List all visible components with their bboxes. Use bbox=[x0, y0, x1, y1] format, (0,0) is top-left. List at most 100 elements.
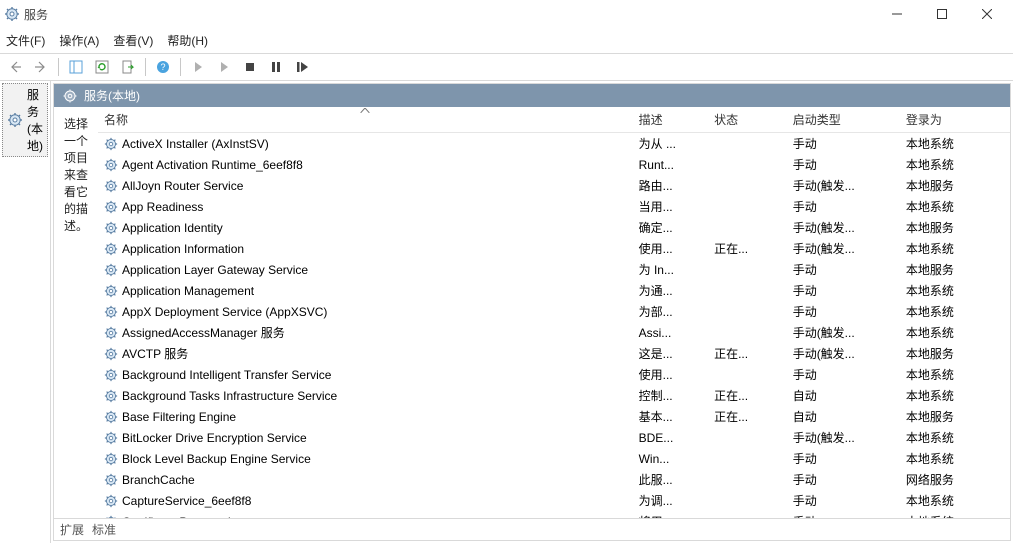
service-row[interactable]: Application Identity确定...手动(触发...本地服务 bbox=[98, 217, 1010, 238]
service-row[interactable]: Agent Activation Runtime_6eef8f8Runt...手… bbox=[98, 154, 1010, 175]
tab-strip: 扩展 标准 bbox=[54, 518, 1010, 540]
gear-icon bbox=[104, 200, 118, 214]
service-row[interactable]: Application Layer Gateway Service为 In...… bbox=[98, 259, 1010, 280]
gear-icon bbox=[104, 494, 118, 508]
gear-icon bbox=[104, 263, 118, 277]
gear-icon bbox=[104, 221, 118, 235]
start-service-button[interactable] bbox=[187, 56, 209, 78]
show-hide-tree-button[interactable] bbox=[65, 56, 87, 78]
service-status bbox=[708, 511, 787, 518]
refresh-button[interactable] bbox=[91, 56, 113, 78]
service-row[interactable]: Background Tasks Infrastructure Service控… bbox=[98, 385, 1010, 406]
gear-icon bbox=[104, 242, 118, 256]
close-button[interactable] bbox=[964, 0, 1009, 28]
start-service-button-alt[interactable] bbox=[213, 56, 235, 78]
service-row[interactable]: AllJoyn Router Service路由...手动(触发...本地服务 bbox=[98, 175, 1010, 196]
service-description: 确定... bbox=[633, 217, 708, 238]
column-header-startup-type[interactable]: 启动类型 bbox=[787, 107, 900, 133]
service-row[interactable]: AppX Deployment Service (AppXSVC)为部...手动… bbox=[98, 301, 1010, 322]
column-header-name[interactable]: 名称 bbox=[98, 107, 633, 133]
restart-service-button[interactable] bbox=[291, 56, 313, 78]
tab-standard[interactable]: 标准 bbox=[92, 521, 116, 538]
panel-heading: 服务(本地) bbox=[84, 87, 140, 104]
service-status: 正在... bbox=[708, 238, 787, 259]
service-status bbox=[708, 196, 787, 217]
service-logon-as: 网络服务 bbox=[900, 469, 1010, 490]
pause-service-button[interactable] bbox=[265, 56, 287, 78]
service-description: 为部... bbox=[633, 301, 708, 322]
service-name: AssignedAccessManager 服务 bbox=[122, 324, 285, 341]
service-name: Application Identity bbox=[122, 221, 223, 235]
service-status bbox=[708, 175, 787, 196]
service-status bbox=[708, 280, 787, 301]
service-name: Application Information bbox=[122, 242, 244, 256]
gear-icon bbox=[104, 389, 118, 403]
column-header-description[interactable]: 描述 bbox=[633, 107, 708, 133]
service-logon-as: 本地系统 bbox=[900, 154, 1010, 175]
menu-view[interactable]: 查看(V) bbox=[113, 32, 153, 49]
service-description: BDE... bbox=[633, 427, 708, 448]
service-status: 正在... bbox=[708, 406, 787, 427]
export-list-button[interactable] bbox=[117, 56, 139, 78]
service-row[interactable]: Background Intelligent Transfer Service使… bbox=[98, 364, 1010, 385]
service-logon-as: 本地系统 bbox=[900, 364, 1010, 385]
menu-bar: 文件(F) 操作(A) 查看(V) 帮助(H) bbox=[0, 28, 1013, 54]
service-row[interactable]: Application Information使用...正在...手动(触发..… bbox=[98, 238, 1010, 259]
service-row[interactable]: AVCTP 服务这是...正在...手动(触发...本地服务 bbox=[98, 343, 1010, 364]
service-description: 将用... bbox=[633, 511, 708, 518]
service-description: 控制... bbox=[633, 385, 708, 406]
services-list[interactable]: 名称 描述 状态 启动类型 登录为 ActiveX Installer (AxI… bbox=[98, 107, 1010, 518]
service-name: AppX Deployment Service (AppXSVC) bbox=[122, 305, 327, 319]
minimize-button[interactable] bbox=[874, 0, 919, 28]
service-row[interactable]: App Readiness当用...手动本地系统 bbox=[98, 196, 1010, 217]
service-description: 路由... bbox=[633, 175, 708, 196]
service-name: AVCTP 服务 bbox=[122, 345, 188, 362]
service-status bbox=[708, 469, 787, 490]
nav-item-services-local[interactable]: 服务(本地) bbox=[2, 83, 48, 157]
service-row[interactable]: Base Filtering Engine基本...正在...自动本地服务 bbox=[98, 406, 1010, 427]
service-description: Assi... bbox=[633, 322, 708, 343]
stop-service-button[interactable] bbox=[239, 56, 261, 78]
back-button[interactable] bbox=[4, 56, 26, 78]
service-description: 当用... bbox=[633, 196, 708, 217]
column-header-status[interactable]: 状态 bbox=[708, 107, 787, 133]
service-startup-type: 手动 bbox=[787, 364, 900, 385]
service-row[interactable]: CaptureService_6eef8f8为调...手动本地系统 bbox=[98, 490, 1010, 511]
service-row[interactable]: ActiveX Installer (AxInstSV)为从 ...手动本地系统 bbox=[98, 133, 1010, 155]
window-title: 服务 bbox=[24, 6, 48, 23]
service-name: ActiveX Installer (AxInstSV) bbox=[122, 137, 269, 151]
service-status bbox=[708, 133, 787, 155]
service-description: 此服... bbox=[633, 469, 708, 490]
service-startup-type: 手动 bbox=[787, 469, 900, 490]
tab-extended[interactable]: 扩展 bbox=[60, 521, 84, 538]
service-description: 使用... bbox=[633, 364, 708, 385]
service-startup-type: 手动 bbox=[787, 511, 900, 518]
description-pane: 选择一个项目来查看它的描述。 bbox=[54, 107, 98, 518]
service-startup-type: 手动 bbox=[787, 490, 900, 511]
column-header-logon-as[interactable]: 登录为 bbox=[900, 107, 1010, 133]
gear-icon bbox=[7, 112, 23, 128]
gear-icon bbox=[104, 305, 118, 319]
service-name: CaptureService_6eef8f8 bbox=[122, 494, 251, 508]
title-bar: 服务 bbox=[0, 0, 1013, 28]
menu-file[interactable]: 文件(F) bbox=[6, 32, 45, 49]
service-row[interactable]: BitLocker Drive Encryption ServiceBDE...… bbox=[98, 427, 1010, 448]
service-row[interactable]: BranchCache此服...手动网络服务 bbox=[98, 469, 1010, 490]
service-row[interactable]: Application Management为通...手动本地系统 bbox=[98, 280, 1010, 301]
gear-icon bbox=[104, 284, 118, 298]
gear-icon bbox=[62, 88, 78, 104]
service-row[interactable]: Block Level Backup Engine ServiceWin...手… bbox=[98, 448, 1010, 469]
service-description: 基本... bbox=[633, 406, 708, 427]
menu-action[interactable]: 操作(A) bbox=[59, 32, 99, 49]
maximize-button[interactable] bbox=[919, 0, 964, 28]
nav-pane: 服务(本地) bbox=[0, 81, 51, 543]
service-row[interactable]: AssignedAccessManager 服务Assi...手动(触发...本… bbox=[98, 322, 1010, 343]
forward-button[interactable] bbox=[30, 56, 52, 78]
service-startup-type: 手动 bbox=[787, 280, 900, 301]
menu-help[interactable]: 帮助(H) bbox=[167, 32, 208, 49]
service-description: Win... bbox=[633, 448, 708, 469]
service-row[interactable]: Certificate Propagation将用...手动本地系统 bbox=[98, 511, 1010, 518]
help-button[interactable]: ? bbox=[152, 56, 174, 78]
service-name: Base Filtering Engine bbox=[122, 410, 236, 424]
service-startup-type: 自动 bbox=[787, 406, 900, 427]
